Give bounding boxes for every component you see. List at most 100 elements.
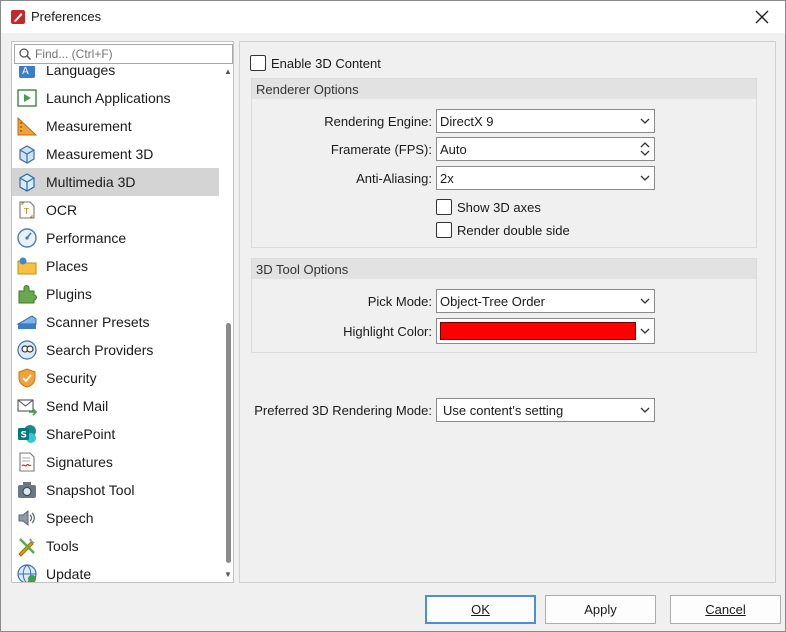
sidebar-item-security[interactable]: Security — [12, 364, 219, 392]
tools-icon — [18, 538, 35, 557]
framerate-spinbox[interactable]: Auto — [436, 137, 655, 161]
search-field[interactable] — [14, 44, 233, 64]
tool-options-group: 3D Tool Options Pick Mode: Object-Tree O… — [251, 258, 757, 353]
spin-arrows-icon[interactable] — [639, 140, 651, 158]
sidebar-item-label: Measurement 3D — [46, 146, 154, 162]
show-axes-row: Show 3D axes — [436, 199, 541, 215]
window-title: Preferences — [31, 9, 102, 24]
render-double-side-label: Render double side — [457, 222, 570, 238]
pick-mode-label: Pick Mode: — [367, 294, 432, 309]
apply-button-label: Apply — [584, 602, 617, 617]
svg-text:S: S — [21, 431, 27, 441]
languages-icon: A — [19, 66, 35, 78]
measurement-icon — [17, 116, 38, 136]
sidebar-item-label: Plugins — [46, 286, 92, 302]
anti-aliasing-label: Anti-Aliasing: — [356, 171, 432, 186]
scanner-presets-icon — [16, 315, 37, 329]
sidebar-item-label: SharePoint — [46, 426, 116, 442]
ok-button-label: OK — [471, 602, 490, 617]
preferred-mode-select[interactable]: Use content's setting — [436, 398, 655, 422]
sidebar-item-label: Languages — [46, 66, 116, 78]
highlight-color-label: Highlight Color: — [343, 324, 432, 339]
category-scrollbar[interactable]: ▲ ▼ — [222, 66, 234, 582]
measurement-3d-icon — [19, 145, 35, 164]
rendering-engine-value: DirectX 9 — [440, 113, 494, 129]
chevron-down-icon — [640, 407, 650, 413]
enable-3d-row: Enable 3D Content — [250, 55, 381, 71]
sharepoint-icon: S — [18, 425, 36, 443]
camera-icon — [18, 482, 36, 498]
highlight-color-picker[interactable] — [436, 318, 655, 344]
render-double-side-checkbox[interactable] — [436, 222, 452, 238]
search-input[interactable] — [35, 47, 225, 61]
highlight-color-swatch — [440, 322, 636, 340]
globe-icon — [17, 564, 37, 582]
sidebar-item-snapshot-tool[interactable]: Snapshot Tool — [12, 476, 219, 504]
cancel-button-label: Cancel — [705, 602, 746, 617]
scroll-up-icon[interactable]: ▲ — [224, 68, 232, 76]
performance-icon — [17, 228, 37, 248]
places-icon — [17, 257, 37, 275]
close-button[interactable] — [739, 1, 785, 33]
rendering-engine-select[interactable]: DirectX 9 — [436, 109, 655, 133]
sidebar-item-label: Snapshot Tool — [46, 482, 135, 498]
speaker-icon — [18, 509, 35, 527]
sidebar-item-label: OCR — [46, 202, 78, 218]
sidebar-item-speech[interactable]: Speech — [12, 504, 219, 532]
plugins-icon — [18, 285, 37, 304]
sidebar-item-measurement[interactable]: Measurement — [12, 112, 219, 140]
shield-icon — [18, 368, 36, 388]
sidebar-item-sharepoint[interactable]: S SharePoint — [12, 420, 219, 448]
framerate-label: Framerate (FPS): — [330, 142, 432, 157]
renderer-options-group: Renderer Options Rendering Engine: Direc… — [251, 78, 757, 248]
chevron-down-icon — [640, 328, 650, 334]
sidebar-item-label: Send Mail — [46, 398, 109, 414]
close-icon — [755, 10, 769, 24]
enable-3d-checkbox[interactable] — [250, 55, 266, 71]
group-title: Renderer Options — [252, 79, 756, 99]
sidebar-item-measurement-3d[interactable]: Measurement 3D — [12, 140, 219, 168]
sidebar-item-label: Tools — [46, 538, 79, 554]
launch-applications-icon — [17, 89, 37, 107]
sidebar-item-launch-applications[interactable]: Launch Applications — [12, 84, 219, 112]
sidebar-item-places[interactable]: Places — [12, 252, 219, 280]
sidebar-item-label: Scanner Presets — [46, 314, 150, 330]
sidebar-item-plugins[interactable]: Plugins — [12, 280, 219, 308]
sidebar-item-scanner-presets[interactable]: Scanner Presets — [12, 308, 219, 336]
scroll-down-icon[interactable]: ▼ — [224, 571, 232, 579]
apply-button[interactable]: Apply — [545, 595, 656, 624]
cancel-button[interactable]: Cancel — [670, 595, 781, 624]
sidebar-item-label: Signatures — [46, 454, 113, 470]
chevron-down-icon — [640, 298, 650, 304]
sidebar-item-label: Search Providers — [46, 342, 154, 358]
preferences-dialog: Preferences A Langua — [0, 0, 786, 632]
sidebar-item-languages[interactable]: A Languages — [12, 66, 219, 84]
sidebar-item-tools[interactable]: Tools — [12, 532, 219, 560]
anti-aliasing-value: 2x — [440, 170, 454, 186]
sidebar-item-label: Speech — [46, 510, 94, 526]
sidebar-item-send-mail[interactable]: Send Mail — [12, 392, 219, 420]
pick-mode-value: Object-Tree Order — [440, 293, 545, 309]
sidebar-item-signatures[interactable]: Signatures — [12, 448, 219, 476]
multimedia-3d-icon — [19, 173, 35, 192]
ok-button[interactable]: OK — [425, 595, 536, 624]
title-bar: Preferences — [1, 1, 785, 33]
category-list: A Languages Launch Applications Measurem… — [12, 66, 219, 582]
sidebar-item-search-providers[interactable]: Search Providers — [12, 336, 219, 364]
show-axes-checkbox[interactable] — [436, 199, 452, 215]
sidebar-item-multimedia-3d[interactable]: Multimedia 3D — [12, 168, 219, 196]
search-providers-icon — [17, 340, 37, 360]
category-panel: A Languages Launch Applications — [11, 41, 234, 583]
anti-aliasing-select[interactable]: 2x — [436, 166, 655, 190]
sidebar-item-ocr[interactable]: T OCR — [12, 196, 219, 224]
preferred-mode-value: Use content's setting — [443, 402, 564, 418]
chevron-down-icon — [640, 118, 650, 124]
sidebar-item-update[interactable]: Update — [12, 560, 219, 582]
render-double-side-row: Render double side — [436, 222, 570, 238]
scroll-thumb[interactable] — [226, 323, 231, 563]
pick-mode-select[interactable]: Object-Tree Order — [436, 289, 655, 313]
svg-text:T: T — [23, 207, 29, 216]
sidebar-item-label: Update — [46, 566, 92, 582]
chevron-down-icon — [640, 175, 650, 181]
sidebar-item-performance[interactable]: Performance — [12, 224, 219, 252]
